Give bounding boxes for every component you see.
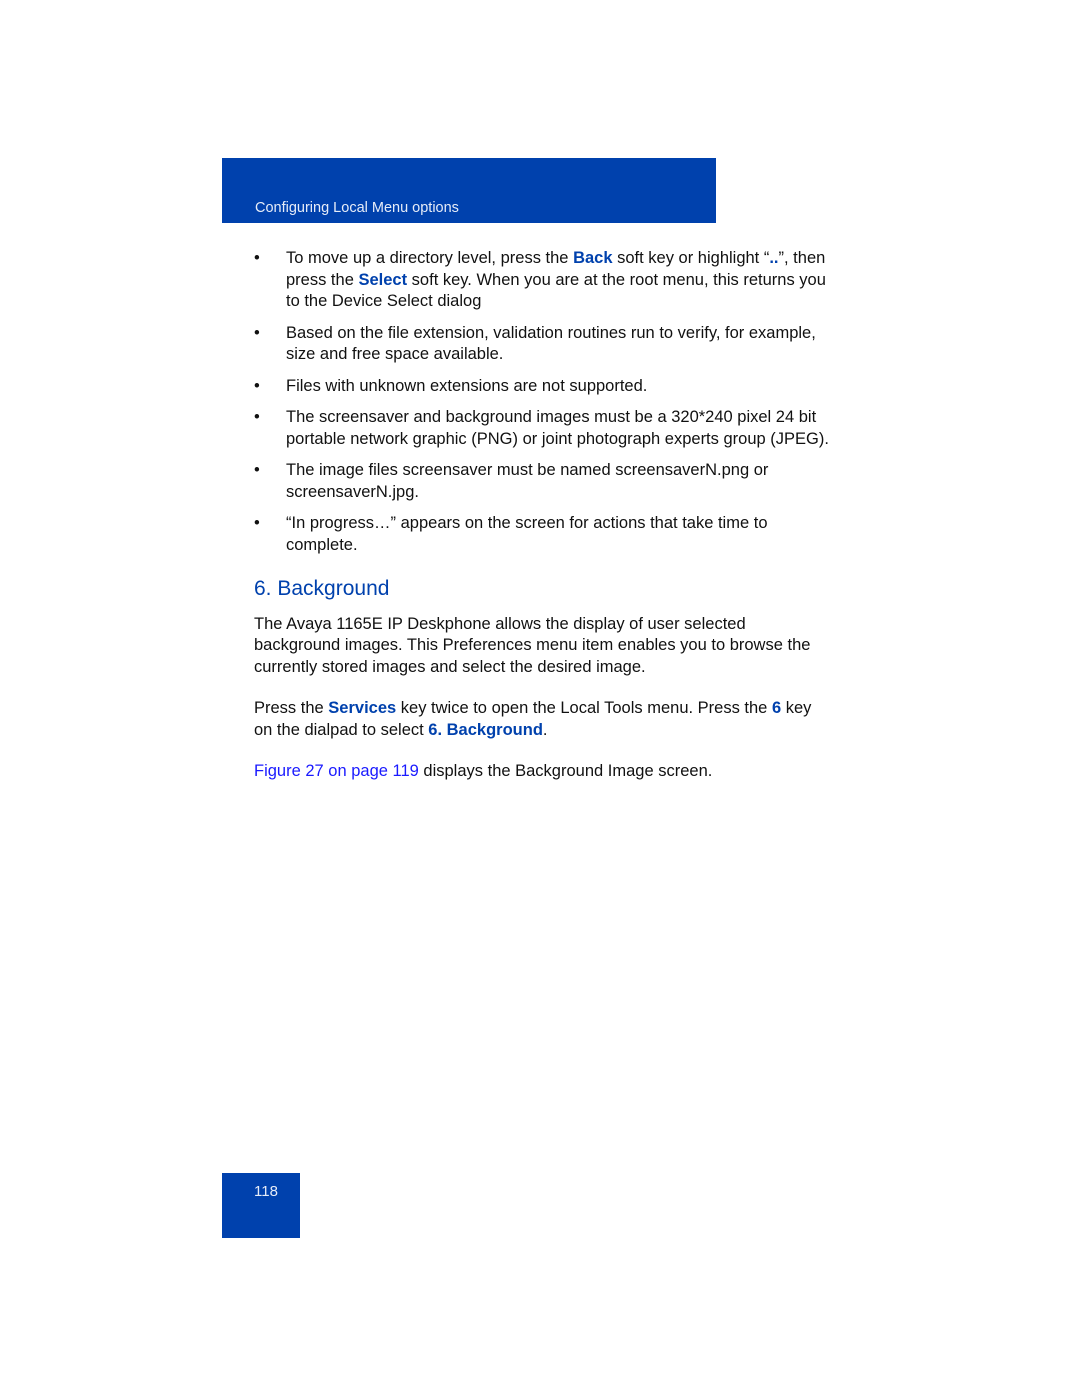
bullet-item: • Based on the file extension, validatio… bbox=[254, 323, 816, 364]
chapter-title: Configuring Local Menu options bbox=[255, 200, 459, 216]
keyword-back: Back bbox=[573, 249, 613, 267]
bullet-icon: • bbox=[254, 249, 260, 267]
keyword-background: 6. Background bbox=[428, 720, 543, 739]
bullet-item: • “In progress…” appears on the screen f… bbox=[254, 514, 768, 554]
page-number: 118 bbox=[254, 1183, 278, 1200]
figure-reference-paragraph: Figure 27 on page 119 displays the Backg… bbox=[254, 762, 713, 780]
intro-paragraph: The Avaya 1165E IP Deskphone allows the … bbox=[254, 614, 811, 676]
keyword-select: Select bbox=[358, 270, 408, 289]
bullet-item: • To move up a directory level, press th… bbox=[254, 249, 826, 310]
bullet-icon: • bbox=[254, 514, 260, 532]
chapter-header-band: Configuring Local Menu options bbox=[222, 158, 716, 223]
bullet-icon: • bbox=[254, 408, 260, 426]
bullet-item: • The image files screensaver must be na… bbox=[254, 461, 769, 501]
instructions-paragraph: Press the Services key twice to open the… bbox=[254, 699, 812, 739]
bullet-icon: • bbox=[254, 323, 260, 342]
bullet-icon: • bbox=[254, 376, 260, 395]
bullet-icon: • bbox=[254, 461, 260, 479]
bullet-item: • Files with unknown extensions are not … bbox=[254, 376, 834, 398]
page-number-box: 118 bbox=[222, 1173, 300, 1238]
bullet-item: • The screensaver and background images … bbox=[254, 408, 829, 448]
keyword-services: Services bbox=[328, 699, 397, 717]
section-heading: 6. Background bbox=[254, 577, 390, 600]
page-content: • To move up a directory level, press th… bbox=[254, 248, 834, 803]
figure-link[interactable]: Figure 27 on page 119 bbox=[254, 762, 419, 780]
